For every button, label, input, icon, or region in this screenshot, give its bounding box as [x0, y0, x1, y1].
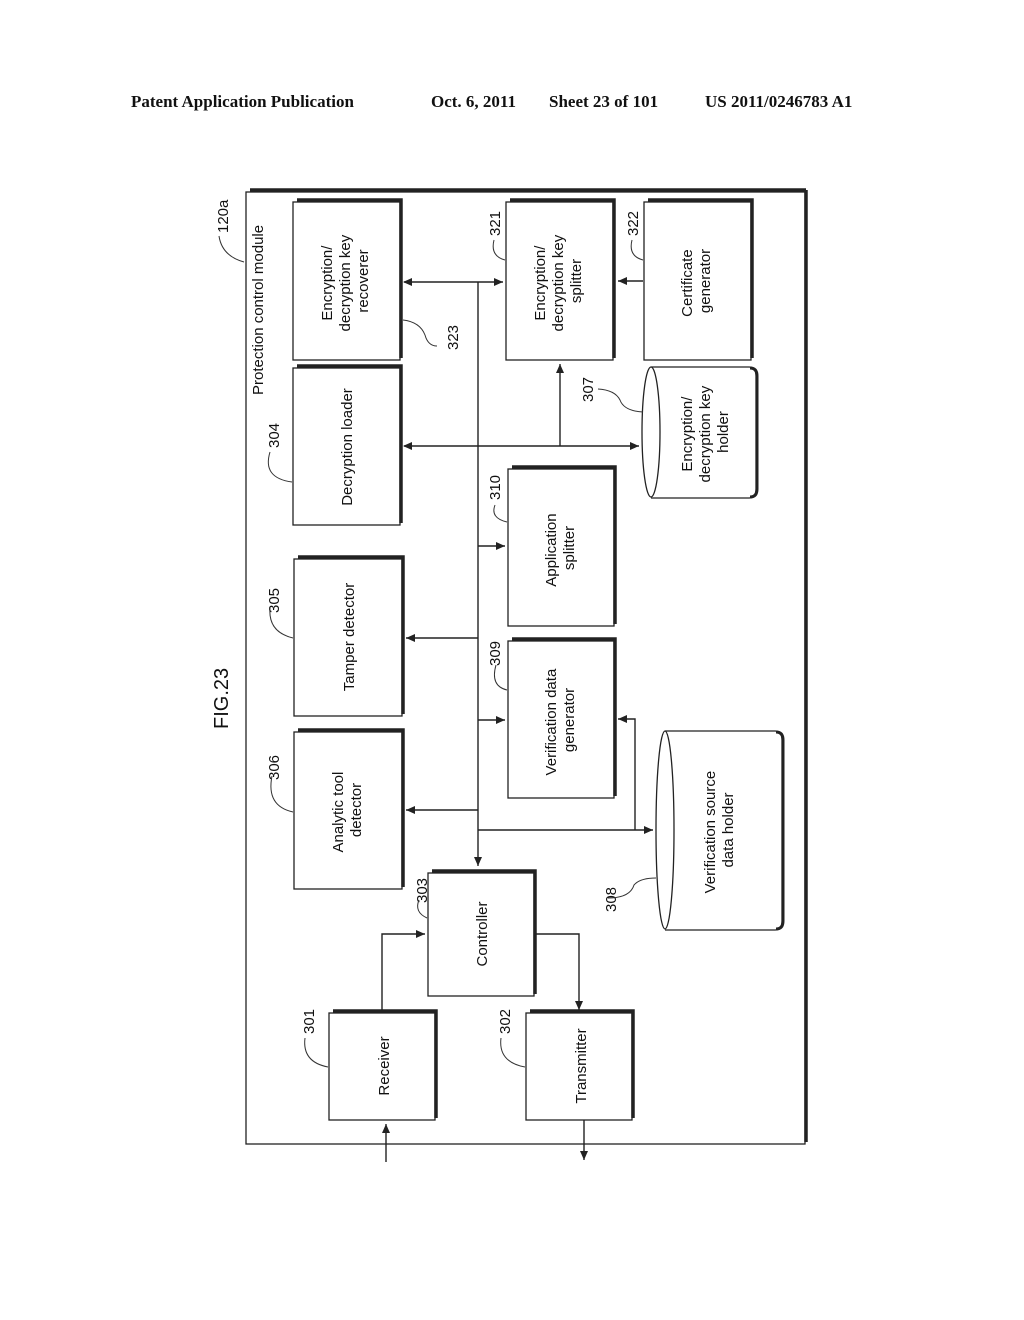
ref-308: 308	[603, 887, 620, 912]
certificate-generator-label: Certificate generator	[679, 245, 714, 317]
ref-323: 323	[445, 325, 462, 350]
ref-304: 304	[266, 423, 283, 448]
ref-321: 321	[487, 211, 504, 236]
ref-310: 310	[487, 475, 504, 500]
ref-309: 309	[487, 641, 504, 666]
transmitter-label: Transmitter	[573, 1028, 590, 1103]
module-title: Protection control module	[250, 225, 267, 395]
figure-label: FIG.23	[211, 668, 233, 729]
ref-303: 303	[414, 878, 431, 903]
block-diagram: FIG.23 Protection control module 120a En…	[211, 188, 808, 1162]
module-ref: 120a	[215, 199, 232, 233]
tamper-detector-label: Tamper detector	[341, 583, 358, 691]
ref-322: 322	[625, 211, 642, 236]
ref-307: 307	[580, 377, 597, 402]
ref-302: 302	[497, 1009, 514, 1034]
ref-305: 305	[266, 588, 283, 613]
controller-label: Controller	[474, 901, 491, 966]
receiver-label: Receiver	[376, 1036, 393, 1095]
decryption-loader-label: Decryption loader	[339, 388, 356, 506]
ref-301: 301	[301, 1009, 318, 1034]
ref-306: 306	[266, 755, 283, 780]
